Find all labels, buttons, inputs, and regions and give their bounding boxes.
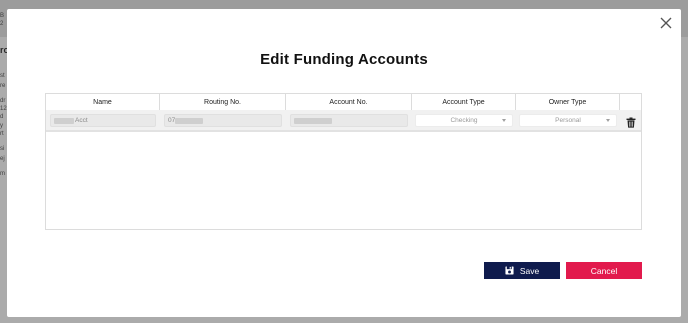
chevron-down-icon [606, 119, 610, 122]
background-text: st [0, 73, 5, 79]
background-text: rt [0, 131, 4, 137]
column-header-actions [620, 94, 641, 110]
background-text: m [0, 171, 5, 177]
name-value: Acct [75, 117, 88, 124]
floppy-disk-icon [505, 266, 514, 275]
name-input[interactable]: Acct [50, 114, 156, 127]
routing-number-input[interactable]: 07 [164, 114, 282, 127]
owner-type-value: Personal [555, 117, 581, 124]
account-type-select[interactable]: Checking [415, 114, 513, 127]
chevron-down-icon [502, 119, 506, 122]
account-type-value: Checking [450, 117, 478, 124]
redacted-text [294, 117, 332, 124]
background-text: ej [0, 156, 5, 162]
save-button[interactable]: Save [484, 262, 560, 279]
table-row: Acct 07 Checking Personal [46, 110, 641, 132]
column-header-name: Name [46, 94, 160, 110]
close-icon [660, 17, 672, 29]
owner-type-select[interactable]: Personal [519, 114, 617, 127]
cancel-button[interactable]: Cancel [566, 262, 642, 279]
redacted-text [54, 117, 74, 124]
redacted-text [175, 117, 204, 124]
column-header-routing: Routing No. [160, 94, 286, 110]
column-header-account: Account No. [286, 94, 412, 110]
table-header: Name Routing No. Account No. Account Typ… [46, 94, 641, 111]
modal-title: Edit Funding Accounts [260, 51, 428, 68]
background-text: dr [0, 98, 6, 104]
background-text: 12 [0, 106, 7, 112]
save-label: Save [519, 265, 540, 276]
account-number-input[interactable] [290, 114, 408, 127]
background-text: B [0, 13, 5, 19]
funding-accounts-table: Name Routing No. Account No. Account Typ… [45, 93, 642, 230]
column-header-account-type: Account Type [412, 94, 516, 110]
cancel-label: Cancel [590, 265, 618, 276]
background-text: re [0, 83, 6, 89]
close-button[interactable] [658, 15, 674, 31]
background-text: y [0, 123, 3, 129]
background-text: d [0, 114, 4, 120]
edit-funding-accounts-modal: Edit Funding Accounts Name Routing No. A… [7, 9, 681, 317]
background-text: si [0, 146, 5, 152]
delete-row-button[interactable] [626, 115, 636, 128]
column-header-owner-type: Owner Type [516, 94, 620, 110]
trash-icon [626, 117, 636, 128]
routing-number-value: 07 [168, 117, 176, 124]
background-text: 2 [0, 21, 4, 27]
